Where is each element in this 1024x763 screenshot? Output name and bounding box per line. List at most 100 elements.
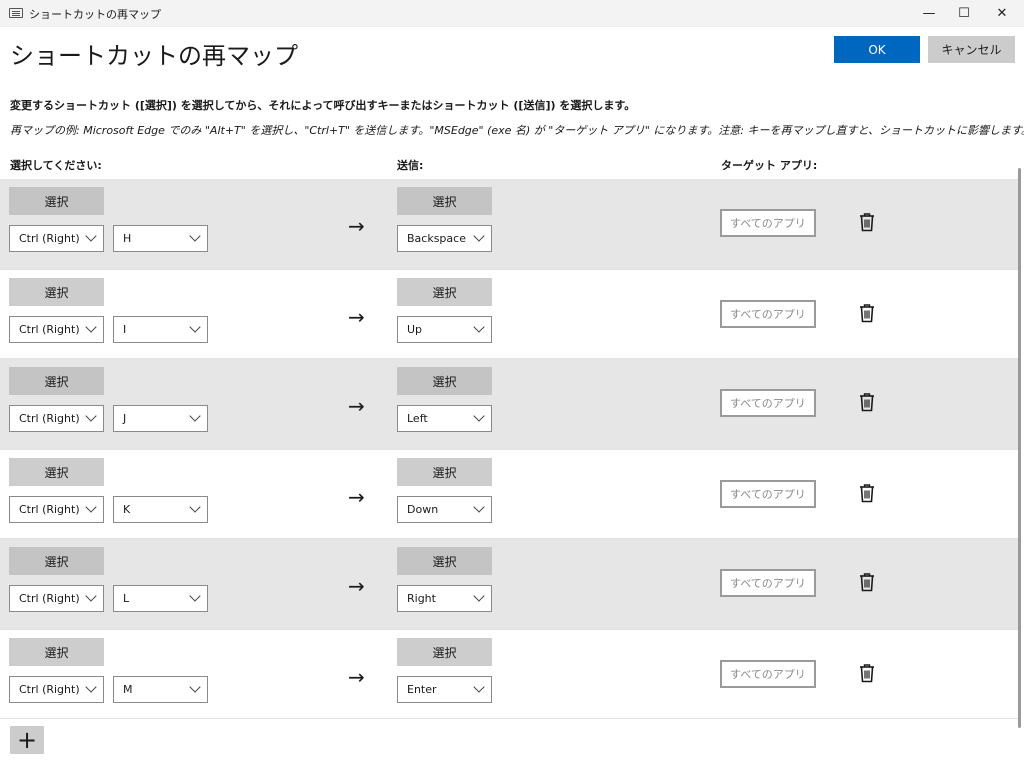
select-column-header: 選択してください: <box>10 159 102 172</box>
trash-icon[interactable] <box>858 392 876 412</box>
select-send-button[interactable]: 選択 <box>397 367 492 395</box>
chevron-down-icon <box>189 681 201 693</box>
select-shortcut-button[interactable]: 選択 <box>9 278 104 306</box>
modifier-dropdown[interactable]: Ctrl (Right) <box>9 585 104 612</box>
chevron-down-icon <box>85 230 97 242</box>
ok-button[interactable]: OK <box>834 36 920 63</box>
select-send-button[interactable]: 選択 <box>397 638 492 666</box>
instruction-text: 変更するショートカット ([選択]) を選択してから、それによって呼び出すキーま… <box>10 99 636 112</box>
send-key-dropdown[interactable]: Left <box>397 405 492 432</box>
modifier-value: Ctrl (Right) <box>19 683 80 696</box>
send-key-value: Left <box>407 412 428 425</box>
remap-row: 選択 Ctrl (Right) H → 選択 Backspace すべてのアプリ <box>0 179 1018 269</box>
key-dropdown[interactable]: J <box>113 405 208 432</box>
trash-icon[interactable] <box>858 303 876 323</box>
trash-icon[interactable] <box>858 483 876 503</box>
modifier-dropdown[interactable]: Ctrl (Right) <box>9 316 104 343</box>
chevron-down-icon <box>85 681 97 693</box>
select-shortcut-button[interactable]: 選択 <box>9 367 104 395</box>
remap-list: 選択 Ctrl (Right) H → 選択 Backspace すべてのアプリ… <box>0 179 1018 719</box>
keyboard-icon <box>9 8 23 18</box>
send-key-value: Backspace <box>407 232 466 245</box>
select-send-button[interactable]: 選択 <box>397 187 492 215</box>
select-shortcut-button[interactable]: 選択 <box>9 547 104 575</box>
send-key-dropdown[interactable]: Enter <box>397 676 492 703</box>
key-dropdown[interactable]: K <box>113 496 208 523</box>
key-value: J <box>123 412 127 425</box>
chevron-down-icon <box>85 410 97 422</box>
chevron-down-icon <box>85 321 97 333</box>
trash-icon[interactable] <box>858 572 876 592</box>
chevron-down-icon <box>473 501 485 513</box>
modifier-dropdown[interactable]: Ctrl (Right) <box>9 496 104 523</box>
trash-icon[interactable] <box>858 212 876 232</box>
send-key-value: Right <box>407 592 436 605</box>
select-send-button[interactable]: 選択 <box>397 278 492 306</box>
key-dropdown[interactable]: H <box>113 225 208 252</box>
select-shortcut-button[interactable]: 選択 <box>9 638 104 666</box>
target-app-input[interactable]: すべてのアプリ <box>720 480 816 508</box>
chevron-down-icon <box>85 590 97 602</box>
modifier-dropdown[interactable]: Ctrl (Right) <box>9 225 104 252</box>
chevron-down-icon <box>473 230 485 242</box>
chevron-down-icon <box>85 501 97 513</box>
send-key-dropdown[interactable]: Up <box>397 316 492 343</box>
window-title: ショートカットの再マップ <box>29 8 161 21</box>
arrow-right-icon: → <box>348 305 365 329</box>
arrow-right-icon: → <box>348 214 365 238</box>
remap-row: 選択 Ctrl (Right) L → 選択 Right すべてのアプリ <box>0 539 1018 629</box>
minimize-button[interactable]: — <box>912 0 946 27</box>
remap-row: 選択 Ctrl (Right) M → 選択 Enter すべてのアプリ <box>0 629 1018 719</box>
send-key-value: Enter <box>407 683 437 696</box>
send-key-dropdown[interactable]: Down <box>397 496 492 523</box>
arrow-right-icon: → <box>348 485 365 509</box>
add-remap-button[interactable]: + <box>10 726 44 754</box>
cancel-button[interactable]: キャンセル <box>928 36 1015 63</box>
example-text: 再マップの例: Microsoft Edge でのみ "Alt+T" を選択し、… <box>10 124 1024 137</box>
select-shortcut-button[interactable]: 選択 <box>9 458 104 486</box>
close-button[interactable]: ✕ <box>985 0 1019 27</box>
key-value: L <box>123 592 130 605</box>
chevron-down-icon <box>473 681 485 693</box>
arrow-right-icon: → <box>348 665 365 689</box>
key-dropdown[interactable]: I <box>113 316 208 343</box>
send-key-value: Down <box>407 503 439 516</box>
arrow-right-icon: → <box>348 394 365 418</box>
trash-icon[interactable] <box>858 663 876 683</box>
select-shortcut-button[interactable]: 選択 <box>9 187 104 215</box>
send-key-value: Up <box>407 323 423 336</box>
modifier-value: Ctrl (Right) <box>19 503 80 516</box>
send-key-dropdown[interactable]: Backspace <box>397 225 492 252</box>
maximize-button[interactable]: ☐ <box>947 0 981 27</box>
chevron-down-icon <box>189 501 201 513</box>
modifier-value: Ctrl (Right) <box>19 592 80 605</box>
target-app-input[interactable]: すべてのアプリ <box>720 569 816 597</box>
remap-row: 選択 Ctrl (Right) I → 選択 Up すべてのアプリ <box>0 269 1018 359</box>
key-dropdown[interactable]: M <box>113 676 208 703</box>
target-app-input[interactable]: すべてのアプリ <box>720 300 816 328</box>
key-value: M <box>123 683 133 696</box>
chevron-down-icon <box>189 410 201 422</box>
scrollbar[interactable] <box>1018 168 1021 728</box>
chevron-down-icon <box>189 590 201 602</box>
target-app-input[interactable]: すべてのアプリ <box>720 389 816 417</box>
page-title: ショートカットの再マップ <box>10 42 298 70</box>
target-app-column-header: ターゲット アプリ: <box>721 159 818 172</box>
remap-row: 選択 Ctrl (Right) K → 選択 Down すべてのアプリ <box>0 449 1018 539</box>
arrow-right-icon: → <box>348 574 365 598</box>
modifier-dropdown[interactable]: Ctrl (Right) <box>9 405 104 432</box>
modifier-value: Ctrl (Right) <box>19 412 80 425</box>
select-send-button[interactable]: 選択 <box>397 547 492 575</box>
select-send-button[interactable]: 選択 <box>397 458 492 486</box>
chevron-down-icon <box>473 321 485 333</box>
remap-row: 選択 Ctrl (Right) J → 選択 Left すべてのアプリ <box>0 359 1018 449</box>
chevron-down-icon <box>473 590 485 602</box>
modifier-dropdown[interactable]: Ctrl (Right) <box>9 676 104 703</box>
modifier-value: Ctrl (Right) <box>19 232 80 245</box>
key-dropdown[interactable]: L <box>113 585 208 612</box>
target-app-input[interactable]: すべてのアプリ <box>720 660 816 688</box>
title-bar: ショートカットの再マップ — ☐ ✕ <box>0 0 1024 27</box>
target-app-input[interactable]: すべてのアプリ <box>720 209 816 237</box>
send-key-dropdown[interactable]: Right <box>397 585 492 612</box>
modifier-value: Ctrl (Right) <box>19 323 80 336</box>
